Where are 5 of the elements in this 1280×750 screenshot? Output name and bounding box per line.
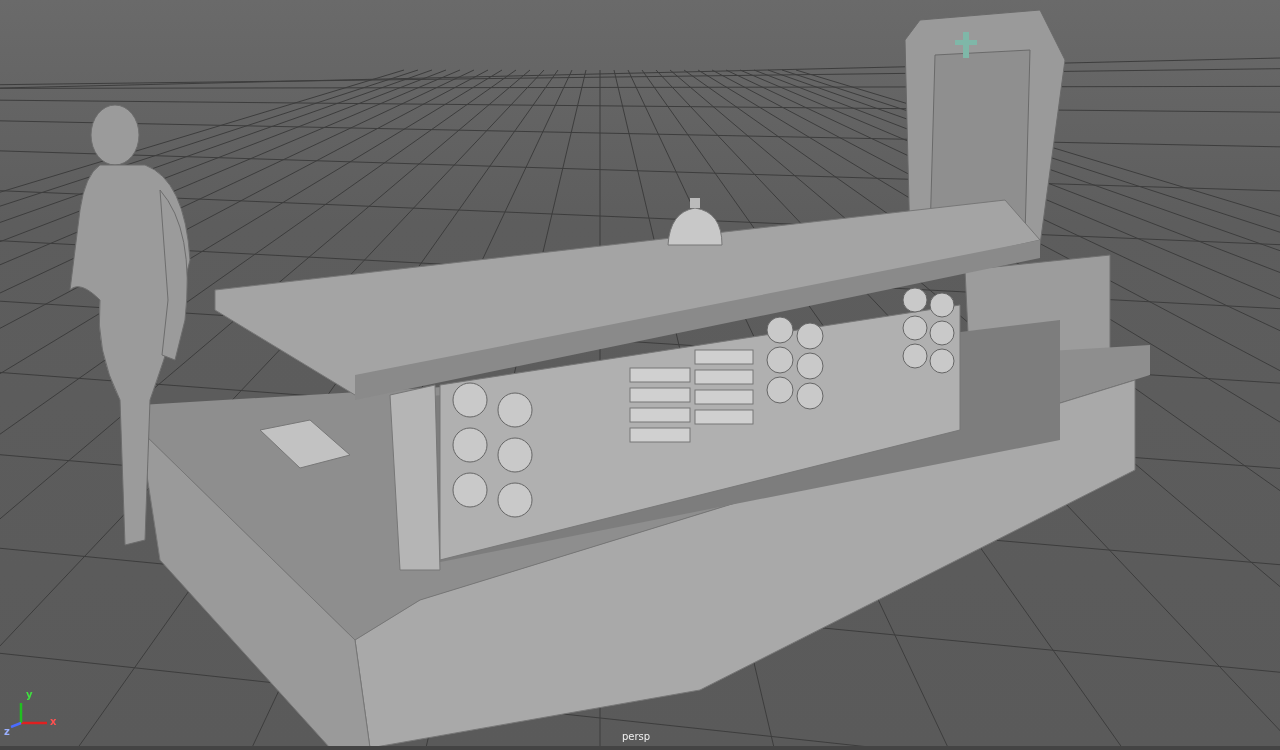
axis-label: x [50,717,57,727]
axis-icon [10,703,47,728]
axis-label: y [26,690,33,700]
camera-label: persp [622,731,651,742]
axis-label: z [4,727,10,737]
